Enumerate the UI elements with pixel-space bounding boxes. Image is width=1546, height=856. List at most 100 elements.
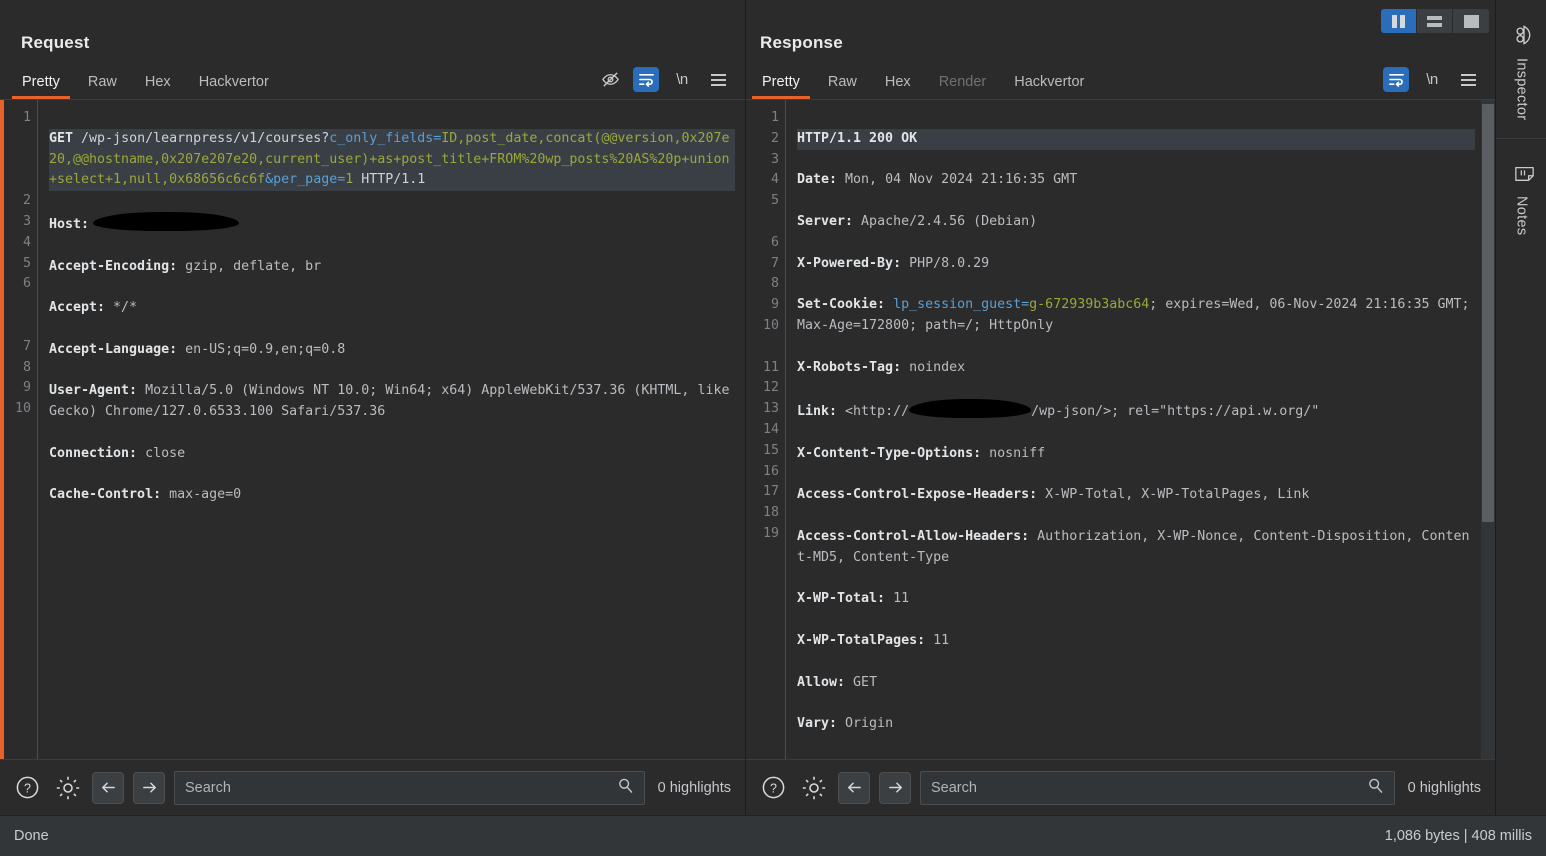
newline-icon[interactable]: \n [1419, 67, 1445, 92]
header-name-acl-allow: Access-Control-Allow-Headers: [797, 528, 1030, 544]
line-number: 4 [22, 234, 31, 250]
line-number: 7 [22, 338, 31, 354]
notes-icon [1509, 164, 1534, 184]
response-searchbar: ? Search 0 highlights [746, 759, 1495, 815]
line-number: 7 [770, 255, 779, 271]
header-name-x-content-type-options: X-Content-Type-Options: [797, 445, 982, 461]
response-tab-pretty[interactable]: Pretty [748, 74, 814, 99]
request-editor[interactable]: 1 ... 2 3 4 5 6 .. 7 8 9 10 GET /wp-json… [4, 100, 745, 759]
response-back-button[interactable] [838, 771, 870, 804]
layout-horizontal-split-button[interactable] [1417, 9, 1453, 33]
header-value-accept-language: en-US;q=0.9,en;q=0.8 [177, 341, 346, 357]
request-help-button[interactable]: ? [12, 772, 43, 803]
response-panel: Response Pretty Raw Hex Render Hackverto… [746, 0, 1495, 815]
response-settings-button[interactable] [798, 772, 829, 803]
header-name-set-cookie: Set-Cookie: [797, 297, 886, 313]
request-line-6: User-Agent: Mozilla/5.0 (Windows NT 10.0… [49, 381, 735, 423]
header-value-acl-expose: X-WP-Total, X-WP-TotalPages, Link [1037, 487, 1310, 503]
burp-repeater-window: Request Pretty Raw Hex Hackvertor \n 1 2… [0, 0, 1546, 856]
layout-single-pane-button[interactable] [1453, 9, 1489, 33]
menu-icon[interactable] [1455, 67, 1481, 92]
layout-buttons [1381, 9, 1489, 33]
request-response-split: Request Pretty Raw Hex Hackvertor \n 1 2… [0, 0, 1546, 815]
line-number: 1 [770, 110, 779, 125]
scrollbar-thumb[interactable] [1482, 104, 1494, 522]
menu-icon[interactable] [705, 67, 731, 92]
line-number: 5 [22, 255, 31, 271]
request-searchbar: ? Search 0 highlights [0, 759, 745, 815]
request-tab-hackvertor[interactable]: Hackvertor [185, 74, 283, 99]
word-wrap-icon[interactable] [1383, 67, 1409, 92]
search-icon [617, 777, 634, 799]
response-line-3: Server: Apache/2.4.56 (Debian) [797, 212, 1475, 233]
layout-vertical-split-button[interactable] [1381, 9, 1417, 33]
newline-icon[interactable]: \n [669, 67, 695, 92]
newline-label: \n [1426, 71, 1438, 88]
query-param-name-2: &per_page= [265, 172, 346, 188]
line-number: 3 [770, 151, 779, 167]
response-search-placeholder: Search [931, 779, 977, 796]
word-wrap-icon[interactable] [633, 67, 659, 92]
line-number: 10 [14, 401, 31, 417]
cookie-name: lp_session_guest= [885, 297, 1030, 313]
request-tab-raw[interactable]: Raw [74, 74, 131, 99]
header-name-accept-encoding: Accept-Encoding: [49, 258, 178, 274]
header-name-x-wp-totalpages: X-WP-TotalPages: [797, 632, 926, 648]
request-line-9 [49, 527, 735, 548]
request-line-1: GET /wp-json/learnpress/v1/courses?c_onl… [49, 128, 735, 192]
response-help-button[interactable]: ? [758, 772, 789, 803]
request-tab-hex[interactable]: Hex [131, 74, 185, 99]
http-method: GET [49, 130, 74, 146]
status-left: Done [14, 828, 49, 844]
line-number: 16 [762, 463, 779, 479]
sidebar-item-notes[interactable]: Notes [1496, 139, 1546, 253]
request-tab-pretty[interactable]: Pretty [8, 74, 74, 99]
header-value-x-content-type-options: nosniff [981, 445, 1046, 461]
header-value-link-pre: <http:// [837, 404, 910, 420]
line-number: 17 [762, 484, 779, 500]
response-line-numbers: 1 2 3 4 5 . 6 7 8 9 10 . 11 12 1 [746, 100, 786, 759]
response-line-15: Content-Length: 411 [797, 756, 1475, 759]
header-name-vary: Vary: [797, 716, 838, 732]
line-number: 8 [770, 276, 779, 292]
header-value-connection: close [137, 445, 186, 461]
header-name-x-robots-tag: X-Robots-Tag: [797, 359, 902, 375]
show-hidden-characters-icon[interactable] [597, 67, 623, 92]
response-tab-hackvertor[interactable]: Hackvertor [1000, 74, 1098, 99]
request-settings-button[interactable] [52, 772, 83, 803]
response-line-11: X-WP-Total: 11 [797, 589, 1475, 610]
line-number: 10 [762, 317, 779, 333]
line-number: 14 [762, 421, 779, 437]
request-line-4: Accept: */* [49, 298, 735, 319]
status-bar: Done 1,086 bytes | 408 millis [0, 815, 1546, 856]
request-back-button[interactable] [92, 771, 124, 804]
header-name-link: Link: [797, 404, 838, 420]
response-search-input[interactable]: Search [920, 770, 1395, 805]
response-editor-wrap: 1 2 3 4 5 . 6 7 8 9 10 . 11 12 1 [746, 99, 1495, 759]
response-tab-raw[interactable]: Raw [814, 74, 871, 99]
response-forward-button[interactable] [879, 771, 911, 804]
request-forward-button[interactable] [133, 771, 165, 804]
header-value-link-post: /wp-json/>; rel="https://api.w.org/" [1031, 404, 1320, 420]
response-vertical-scrollbar[interactable] [1481, 100, 1495, 759]
horizontal-split-icon [1427, 15, 1442, 27]
response-editor[interactable]: 1 2 3 4 5 . 6 7 8 9 10 . 11 12 1 [746, 100, 1495, 759]
line-number: 6 [22, 276, 31, 292]
response-line-8: X-Content-Type-Options: nosniff [797, 444, 1475, 465]
line-number: 3 [22, 213, 31, 229]
header-name-x-powered-by: X-Powered-By: [797, 255, 902, 271]
redacted-link-host [909, 399, 1032, 419]
redacted-host [93, 211, 240, 231]
header-name-cache-control: Cache-Control: [49, 487, 162, 503]
response-code[interactable]: HTTP/1.1 200 OK Date: Mon, 04 Nov 2024 2… [786, 100, 1495, 759]
response-tab-hex[interactable]: Hex [871, 74, 925, 99]
header-value-accept-encoding: gzip, deflate, br [177, 258, 322, 274]
request-code[interactable]: GET /wp-json/learnpress/v1/courses?c_onl… [38, 100, 745, 759]
request-highlight-count: 0 highlights [657, 779, 731, 796]
status-line: HTTP/1.1 200 OK [797, 130, 918, 146]
header-name-content-length: Content-Length: [797, 758, 917, 759]
sidebar-item-inspector[interactable]: Inspector [1496, 0, 1546, 140]
line-number: 13 [762, 401, 779, 417]
request-search-input[interactable]: Search [174, 770, 645, 805]
request-tools: \n [597, 67, 745, 99]
